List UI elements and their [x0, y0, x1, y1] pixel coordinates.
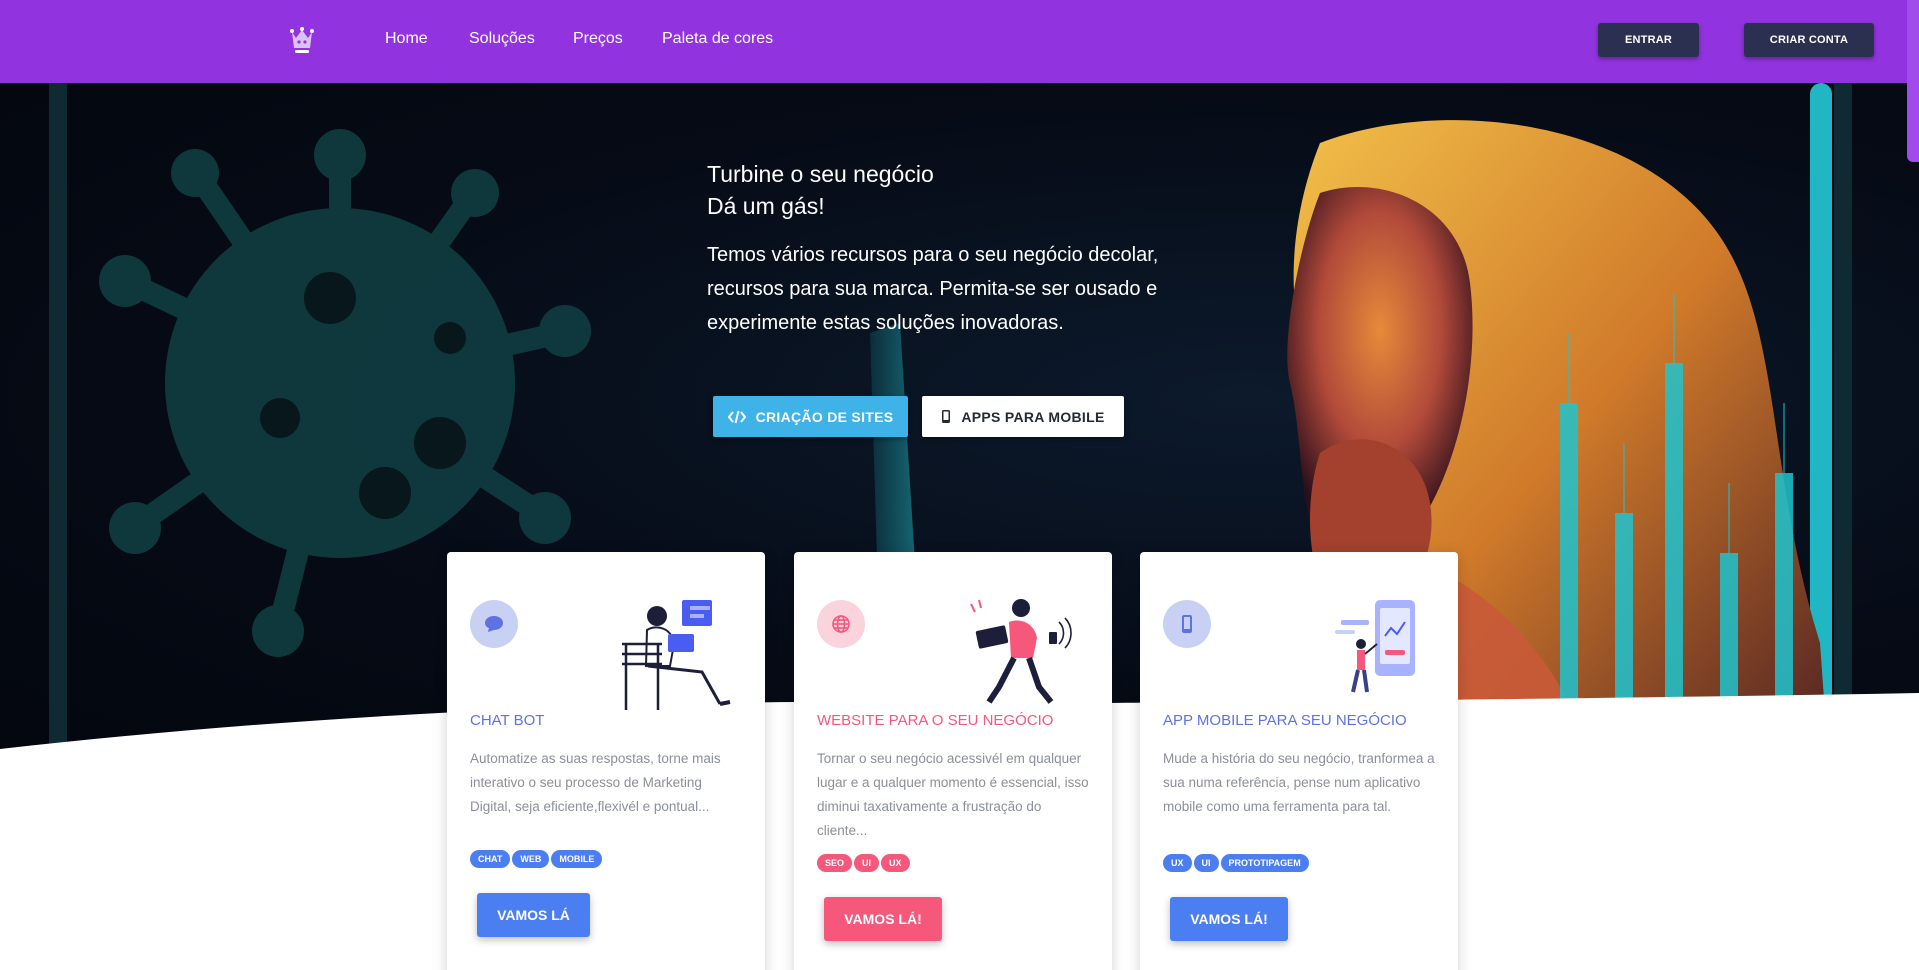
card-title: CHAT BOT — [470, 712, 545, 729]
tag-badge: SEO — [817, 854, 853, 872]
card-title: WEBSITE PARA O SEU NEGÓCIO — [817, 712, 1054, 729]
nav-link-paleta-de-cores[interactable]: Paleta de cores — [662, 30, 773, 48]
nav-link-solucoes[interactable]: Soluções — [469, 30, 535, 48]
chat-bubble-icon — [470, 600, 518, 648]
tag-badge: UI — [854, 854, 880, 872]
website-creation-button[interactable]: CRIAÇÃO DE SITES — [713, 396, 908, 437]
tag-badge: UI — [1193, 854, 1219, 872]
mobile-apps-button[interactable]: APPS PARA MOBILE — [922, 396, 1124, 437]
person-tablet-illustration — [970, 599, 1072, 704]
vamos-la-button[interactable]: VAMOS LÁ! — [824, 897, 942, 941]
vamos-la-button[interactable]: VAMOS LÁ — [477, 893, 590, 937]
card-tags: UX UI PROTOTIPAGEM — [1163, 854, 1309, 872]
hero-title: Turbine o seu negócio — [707, 161, 934, 187]
scrollbar-thumb[interactable] — [1907, 0, 1919, 162]
globe-icon — [817, 600, 865, 648]
nav-link-home[interactable]: Home — [385, 30, 428, 48]
crown-logo-icon[interactable] — [284, 24, 320, 60]
tag-badge: PROTOTIPAGEM — [1220, 854, 1309, 872]
tag-badge: WEB — [512, 850, 550, 868]
tag-badge: MOBILE — [551, 850, 603, 868]
card-app-mobile: APP MOBILE PARA SEU NEGÓCIO Mude a histó… — [1140, 552, 1458, 970]
tag-badge: UX — [1163, 854, 1192, 872]
card-description: Mude a história do seu negócio, tranform… — [1163, 751, 1435, 814]
hero-subtitle: Dá um gás! — [707, 193, 825, 219]
hero-description: Temos vários recursos para o seu negócio… — [707, 244, 1159, 334]
mobile-apps-label: APPS PARA MOBILE — [961, 408, 1105, 425]
signup-button[interactable]: CRIAR CONTA — [1744, 23, 1874, 57]
nav-link-precos[interactable]: Preços — [573, 30, 623, 48]
card-website: WEBSITE PARA O SEU NEGÓCIO Tornar o seu … — [794, 552, 1112, 970]
card-chat-bot: CHAT BOT Automatize as suas respostas, t… — [447, 552, 765, 970]
tag-badge: UX — [881, 854, 910, 872]
login-button[interactable]: ENTRAR — [1598, 23, 1699, 57]
smartphone-icon — [1163, 600, 1211, 648]
card-tags: CHAT WEB MOBILE — [470, 850, 603, 868]
card-tags: SEO UI UX — [817, 854, 910, 872]
top-navbar: Home Soluções Preços Paleta de cores ENT… — [0, 0, 1919, 83]
tag-badge: CHAT — [470, 850, 511, 868]
code-icon — [727, 410, 746, 423]
website-creation-label: CRIAÇÃO DE SITES — [755, 408, 894, 425]
vamos-la-button[interactable]: VAMOS LÁ! — [1170, 897, 1288, 941]
card-title: APP MOBILE PARA SEU NEGÓCIO — [1163, 712, 1407, 729]
person-laptop-illustration — [622, 600, 731, 710]
card-description: Automatize as suas respostas, torne mais… — [470, 751, 721, 814]
person-phone-illustration — [1335, 600, 1415, 693]
card-description: Tornar o seu negócio acessivél em qualqu… — [817, 751, 1089, 838]
smartphone-icon — [942, 410, 951, 423]
